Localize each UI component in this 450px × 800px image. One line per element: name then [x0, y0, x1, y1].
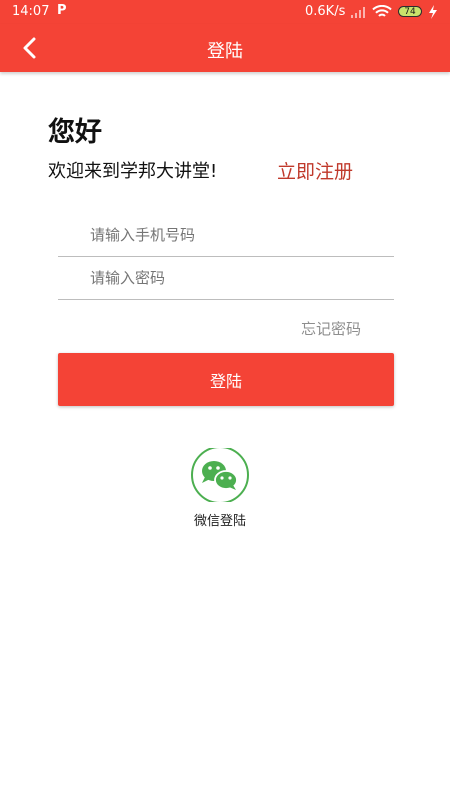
greeting-heading: 您好 [48, 117, 102, 148]
wifi-icon [372, 5, 392, 17]
wechat-login-label[interactable]: 微信登陆 [0, 510, 440, 529]
wechat-icon[interactable] [191, 448, 251, 502]
register-link[interactable]: 立即注册 [277, 157, 353, 184]
password-field [58, 258, 394, 300]
app-notification-icon: P [57, 3, 67, 18]
phone-input[interactable] [58, 215, 390, 255]
login-button[interactable]: 登陆 [58, 353, 394, 406]
welcome-text: 欢迎来到学邦大讲堂! [48, 161, 218, 182]
password-input[interactable] [58, 258, 390, 298]
status-time: 14:07 [12, 4, 50, 19]
page-title: 登陆 [207, 41, 243, 62]
phone-field [58, 215, 394, 257]
forgot-password-link[interactable]: 忘记密码 [301, 318, 361, 339]
app-bar: 登陆 [0, 24, 450, 72]
battery-level: 74 [404, 7, 416, 17]
network-speed: 0.6K/s [305, 4, 346, 19]
signal-icon [351, 7, 365, 18]
charging-icon [429, 5, 437, 19]
status-bar: 14:07 P 0.6K/s 74 [0, 0, 450, 24]
battery-icon: 74 [398, 6, 422, 17]
